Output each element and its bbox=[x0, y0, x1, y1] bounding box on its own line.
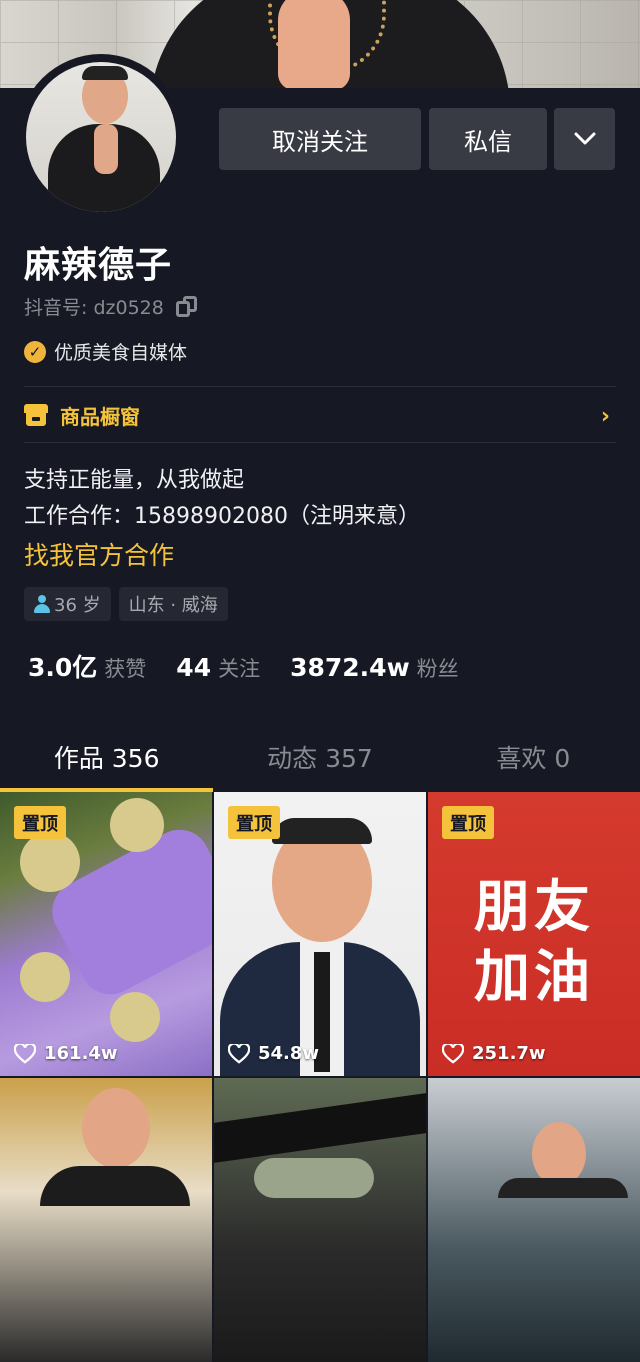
stat-number: 3.0亿 bbox=[28, 653, 98, 682]
thumbnail-graphic bbox=[82, 1088, 150, 1168]
avatar[interactable] bbox=[22, 58, 180, 216]
douyin-id: 抖音号: dz0528 bbox=[24, 293, 198, 320]
pinned-badge: 置顶 bbox=[228, 806, 280, 839]
shop-window-label: 商品橱窗 bbox=[60, 404, 140, 429]
stat-number: 44 bbox=[176, 653, 212, 682]
location-tag: 山东 · 威海 bbox=[118, 587, 228, 621]
stat-followers[interactable]: 3872.4w 粉丝 bbox=[290, 653, 459, 683]
age-text: 36 岁 bbox=[54, 595, 101, 616]
content-tabs: 作品 356 动态 357 喜欢 0 bbox=[0, 724, 640, 792]
poster-text: 加油 bbox=[474, 945, 594, 1010]
nickname: 麻辣德子 bbox=[24, 245, 173, 286]
pinned-badge: 置顶 bbox=[14, 806, 66, 839]
stat-label: 获赞 bbox=[104, 657, 147, 681]
thumbnail-graphic bbox=[20, 952, 70, 1002]
bio-line-1: 支持正能量，从我做起 bbox=[24, 468, 245, 493]
thumbnail-graphic bbox=[20, 832, 80, 892]
douyin-id-text: 抖音号: dz0528 bbox=[24, 297, 164, 319]
profile-stats: 3.0亿 获赞 44 关注 3872.4w 粉丝 bbox=[28, 648, 489, 684]
certification: ✓ 优质美食自媒体 bbox=[24, 338, 187, 365]
more-button[interactable] bbox=[554, 108, 615, 170]
heart-icon bbox=[228, 1043, 250, 1064]
avatar-image bbox=[26, 62, 176, 212]
pinned-badge: 置顶 bbox=[442, 806, 494, 839]
video-thumbnail[interactable] bbox=[428, 1078, 640, 1362]
like-count: 161.4w bbox=[14, 1043, 118, 1064]
tab-works[interactable]: 作品 356 bbox=[0, 724, 214, 792]
stat-label: 关注 bbox=[218, 657, 261, 681]
tab-posts[interactable]: 动态 357 bbox=[213, 724, 426, 790]
stat-likes[interactable]: 3.0亿 获赞 bbox=[28, 648, 146, 684]
chevron-down-icon bbox=[574, 132, 595, 145]
thumbnail-graphic bbox=[110, 992, 160, 1042]
bio-line-2: 工作合作：15898902080（注明来意） bbox=[24, 504, 420, 529]
profile-tags: 36 岁 山东 · 威海 bbox=[24, 587, 228, 621]
thumbnail-graphic bbox=[272, 818, 372, 844]
person-icon bbox=[34, 595, 50, 613]
certification-text: 优质美食自媒体 bbox=[54, 342, 188, 364]
heart-icon bbox=[14, 1043, 36, 1064]
video-thumbnail[interactable] bbox=[0, 1078, 212, 1362]
unfollow-button[interactable]: 取消关注 bbox=[219, 108, 421, 170]
message-button[interactable]: 私信 bbox=[429, 108, 547, 170]
banner-hands bbox=[278, 0, 350, 88]
divider bbox=[24, 386, 616, 387]
like-count: 54.8w bbox=[228, 1043, 319, 1064]
video-thumbnail[interactable] bbox=[214, 1078, 426, 1362]
avatar-hair bbox=[82, 66, 128, 80]
chevron-right-icon: › bbox=[600, 404, 610, 429]
stat-number: 3872.4w bbox=[290, 653, 410, 682]
location-text: 山东 · 威海 bbox=[128, 595, 218, 616]
thumbnail-graphic bbox=[532, 1122, 586, 1186]
official-cooperation-link[interactable]: 找我官方合作 bbox=[24, 536, 174, 572]
shop-icon bbox=[24, 404, 48, 426]
tab-likes[interactable]: 喜欢 0 bbox=[427, 724, 640, 790]
heart-icon bbox=[442, 1043, 464, 1064]
shop-window-row[interactable]: 商品橱窗 › bbox=[24, 388, 616, 442]
copy-icon[interactable] bbox=[175, 295, 198, 318]
thumbnail-graphic bbox=[254, 1158, 374, 1198]
poster-text: 朋友 bbox=[474, 875, 594, 940]
like-count-text: 54.8w bbox=[258, 1043, 320, 1064]
like-count-text: 161.4w bbox=[44, 1043, 118, 1064]
stat-label: 粉丝 bbox=[416, 657, 459, 681]
video-thumbnail[interactable]: 置顶 161.4w bbox=[0, 792, 212, 1076]
video-thumbnail[interactable]: 朋友 加油 置顶 251.7w bbox=[428, 792, 640, 1076]
verified-icon: ✓ bbox=[24, 340, 46, 363]
thumbnail-graphic bbox=[498, 1178, 628, 1198]
thumbnail-graphic bbox=[214, 1093, 426, 1163]
like-count: 251.7w bbox=[442, 1043, 546, 1064]
divider bbox=[24, 442, 616, 443]
video-thumbnail[interactable]: 置顶 54.8w bbox=[214, 792, 426, 1076]
avatar-hands bbox=[94, 124, 118, 174]
stat-following[interactable]: 44 关注 bbox=[176, 653, 260, 683]
age-tag: 36 岁 bbox=[24, 587, 111, 621]
like-count-text: 251.7w bbox=[472, 1043, 546, 1064]
thumbnail-graphic bbox=[40, 1166, 190, 1206]
thumbnail-graphic bbox=[110, 798, 164, 852]
